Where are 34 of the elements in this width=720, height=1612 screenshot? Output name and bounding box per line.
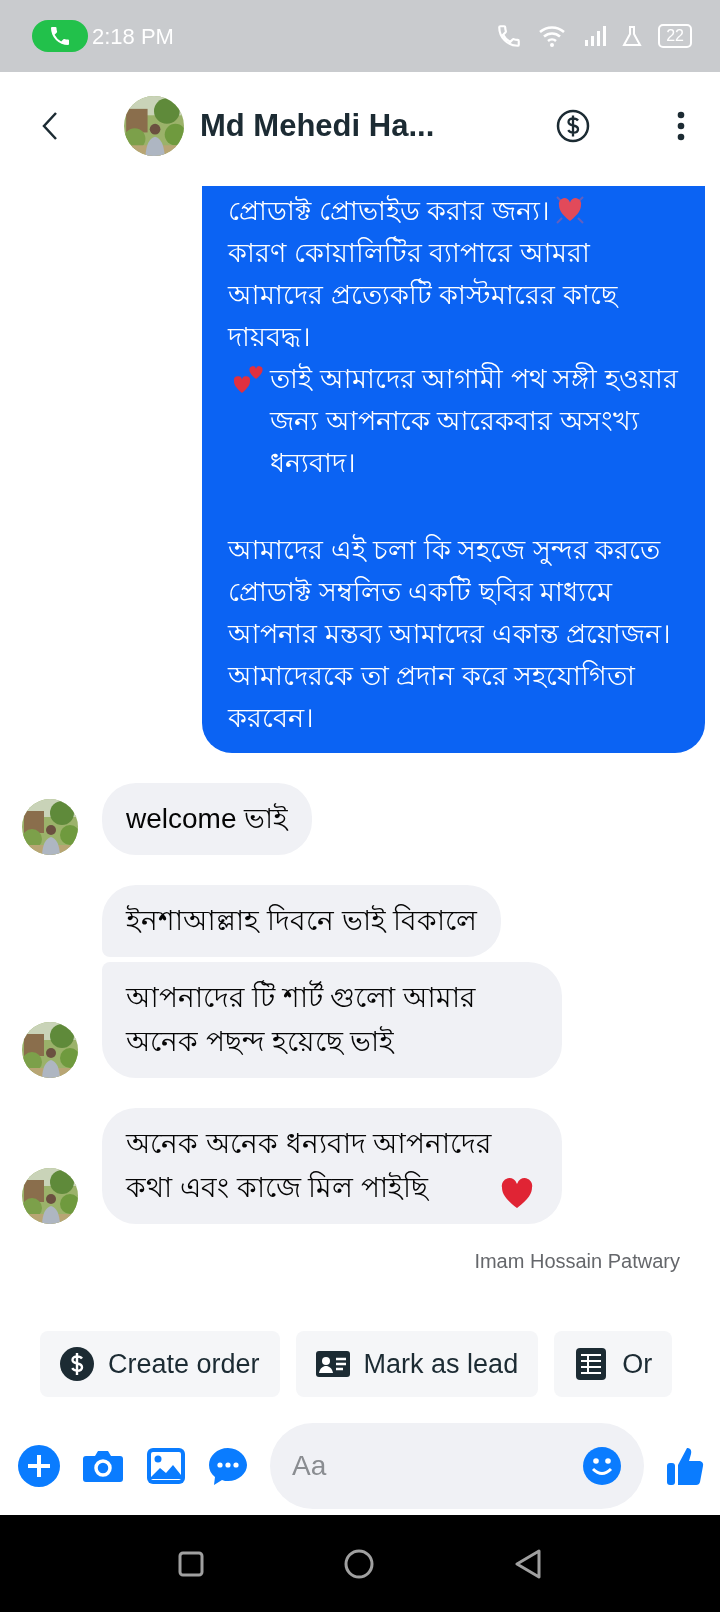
signal-icon <box>584 25 607 47</box>
back-icon <box>40 110 60 142</box>
flask-icon <box>622 25 643 47</box>
home-icon[interactable] <box>344 1548 374 1579</box>
quick-reply-chip[interactable]: Create order <box>40 1331 280 1397</box>
call-icon <box>496 23 523 49</box>
dollar-icon <box>60 1347 94 1381</box>
add-icon[interactable] <box>18 1445 60 1487</box>
back-button[interactable] <box>40 110 60 142</box>
heart-icon <box>553 194 586 226</box>
message-text: ইনশাআল্লাহ দিবনে ভাই বিকালে <box>126 903 478 938</box>
message-text: আমাদের এই চলা কি সহজে সুন্দর করতে প্রোডাক্ট সম্বলিত একটি ছবির মাধ্যমে আপনার মন্তব্য আমাদের একান্ত প্রয়োজন। আমাদেরকে তা প্রদান করে সহযোগিতা করবেন। <box>228 533 672 735</box>
quick-reply-chip[interactable]: Or <box>554 1331 673 1397</box>
contact-name[interactable]: Md Mehedi Ha... <box>200 102 435 150</box>
message-text: প্রোডাক্ট প্রোভাইড করার জন্য। <box>228 194 550 228</box>
quick-reply-chip[interactable]: Mark as lead <box>295 1331 539 1397</box>
message-text: তাই আমাদের আগামী পথ সঙ্গী হওয়ার জন্য আপনাকে আরেকবার অসংখ্য ধন্যবাদ। <box>270 361 680 480</box>
emoji-icon[interactable] <box>582 1446 622 1486</box>
chat-bubble-icon[interactable] <box>208 1446 248 1486</box>
recent-apps-icon[interactable] <box>178 1550 204 1577</box>
seen-by-text: Imam Hossain Patwary <box>474 1249 680 1274</box>
message-text: অনেক অনেক ধন্যবাদ আপনাদের কথা এবং কাজে মিল পাইছি <box>126 1127 493 1205</box>
dollar-icon[interactable] <box>556 109 590 143</box>
more-options-icon[interactable] <box>676 110 686 142</box>
thumbs-up-icon[interactable] <box>666 1445 706 1487</box>
message-input[interactable]: Aa <box>270 1423 644 1509</box>
heart-icon <box>500 1178 534 1210</box>
message-text: কারণ কোয়ালিটির ব্যাপারে আমরা আমাদের প্রত্যেকটি কাস্টমারের কাছে দায়বদ্ধ। <box>228 235 620 354</box>
phone-icon <box>48 24 72 48</box>
list-icon <box>574 1347 609 1381</box>
message-text: welcome ভাই <box>126 802 289 836</box>
message-text: আপনাদের টি শার্ট গুলো আমার অনেক পছন্দ হয়েছে ভাই <box>126 979 477 1059</box>
image-icon[interactable] <box>146 1447 186 1485</box>
back-nav-icon[interactable] <box>514 1548 542 1579</box>
